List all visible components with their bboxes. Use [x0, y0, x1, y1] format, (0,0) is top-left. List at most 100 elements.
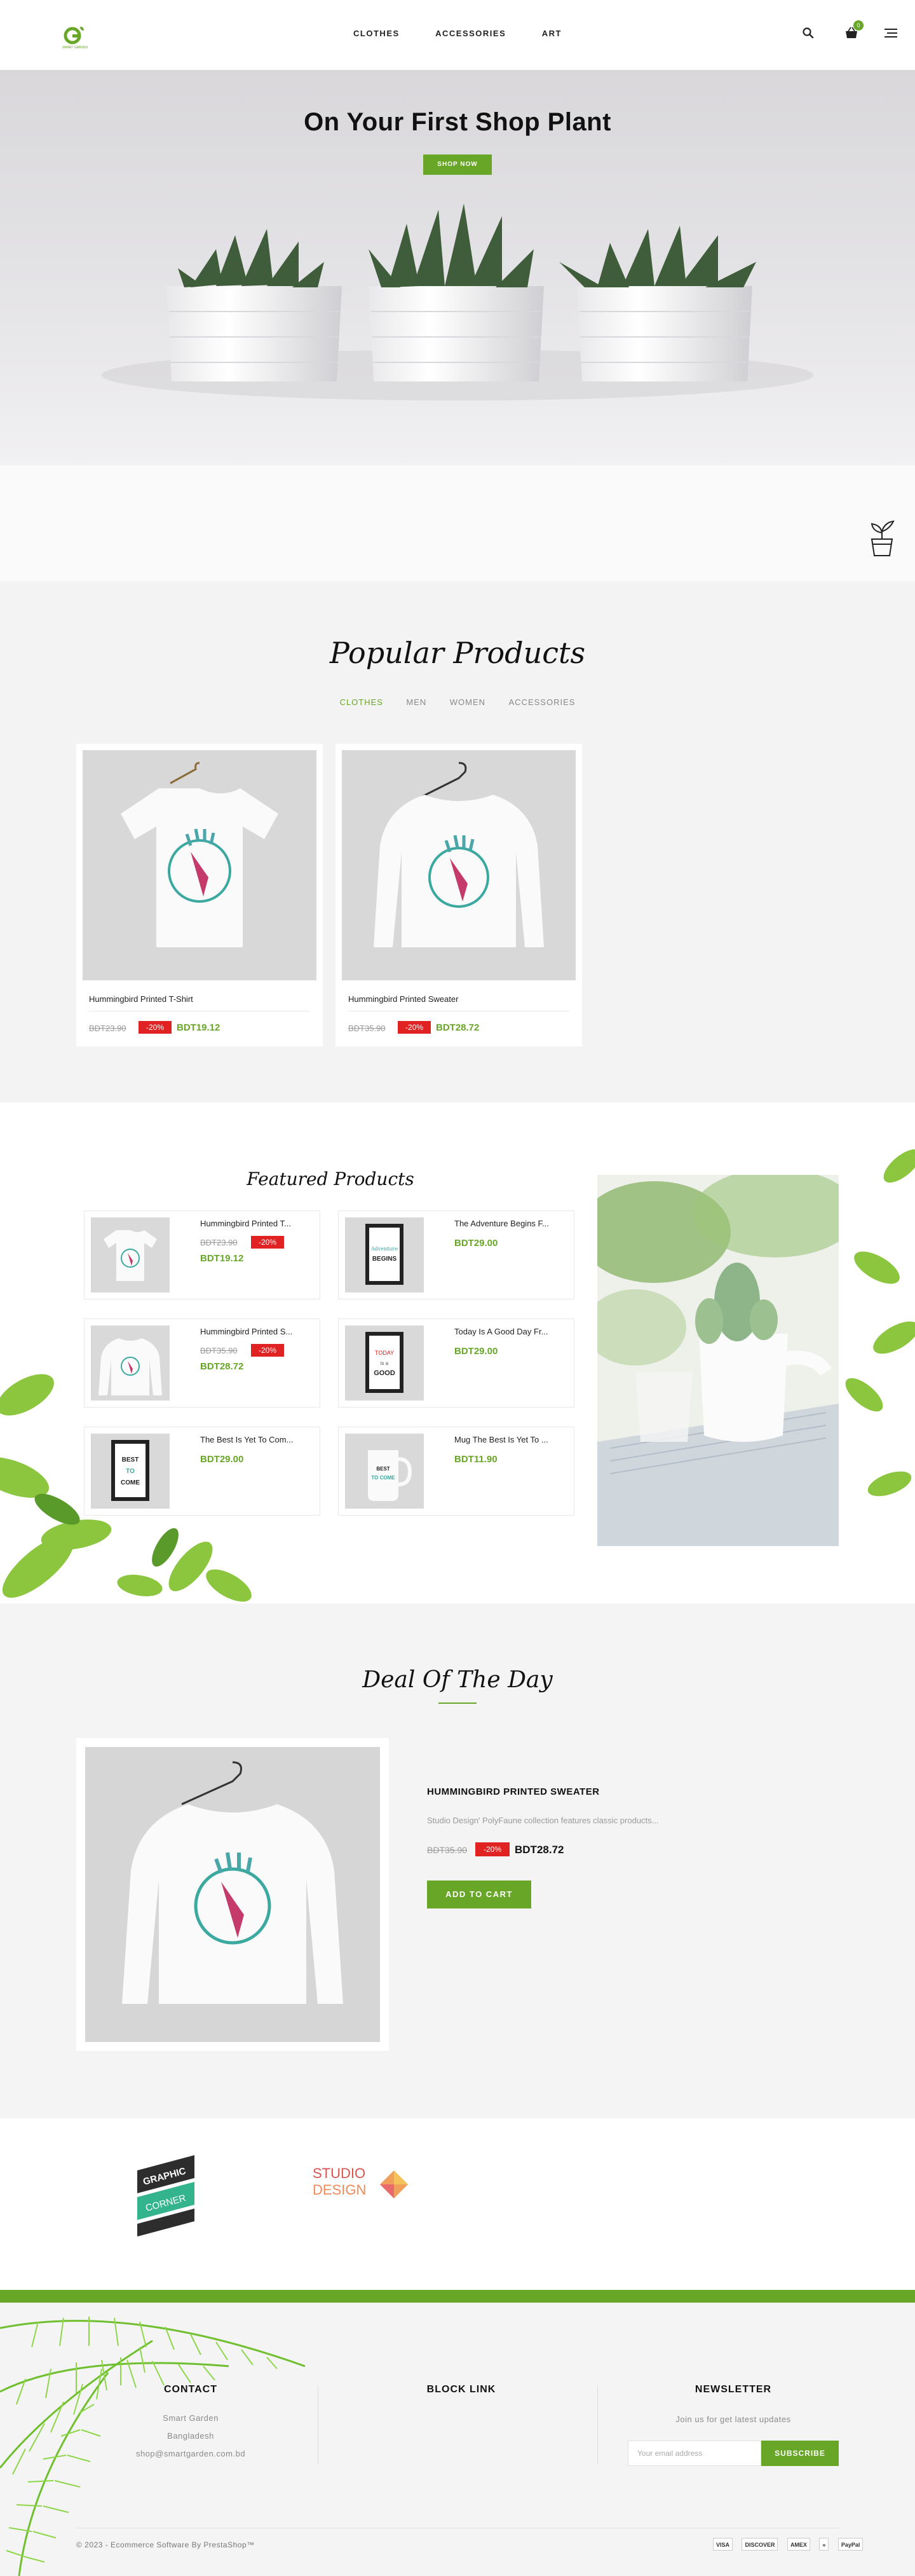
copyright-text[interactable]: © 2023 - Ecommerce Software By PrestaSho…	[76, 2540, 255, 2549]
featured-product-card[interactable]: BEST TO COME Mug The Best Is Yet To ... B…	[338, 1427, 574, 1516]
featured-product-card[interactable]: TODAY is a GOOD Today Is A Good Day Fr... …	[338, 1319, 574, 1408]
site-footer: CONTACT Smart Garden Bangladesh shop@sma…	[0, 2303, 915, 2576]
amex-icon: AMEX	[787, 2538, 810, 2551]
featured-products-title: Featured Products	[247, 1168, 414, 1189]
hero-title: On Your First Shop Plant	[304, 108, 611, 136]
product-image[interactable]	[342, 750, 576, 980]
product-name[interactable]: Hummingbird Printed Sweater	[348, 994, 458, 1004]
potted-plant-icon	[871, 520, 895, 556]
payment-methods: VISA DISCOVER AMEX » PayPal	[707, 2538, 864, 2553]
product-name[interactable]: Mug The Best Is Yet To ...	[454, 1435, 566, 1444]
featured-product-card[interactable]: Hummingbird Printed T... BDT23.90 -20% B…	[84, 1210, 320, 1299]
product-card[interactable]: Hummingbird Printed T-Shirt BDT23.90 -20…	[76, 744, 323, 1046]
contact-line: Smart Garden	[163, 2413, 219, 2423]
discount-badge: -20%	[475, 1842, 510, 1856]
add-to-cart-button[interactable]: ADD TO CART	[427, 1881, 531, 1908]
product-thumbnail[interactable]: BEST TO COME	[91, 1434, 170, 1509]
old-price: BDT35.90	[348, 1024, 386, 1033]
old-price: BDT35.90	[200, 1346, 238, 1355]
svg-text:SMART GARDEN: SMART GARDEN	[62, 46, 88, 50]
payment-icon: »	[819, 2538, 829, 2551]
discount-badge: -20%	[251, 1344, 284, 1357]
discount-badge: -20%	[398, 1021, 431, 1034]
product-price: BDT19.12	[177, 1022, 220, 1033]
paypal-icon: PayPal	[837, 2538, 864, 2551]
shop-now-button[interactable]: SHOP NOW	[423, 154, 492, 175]
old-price: BDT23.90	[200, 1238, 238, 1247]
svg-text:DESIGN: DESIGN	[313, 2182, 366, 2198]
svg-text:STUDIO: STUDIO	[313, 2165, 365, 2181]
product-price: BDT29.00	[454, 1346, 498, 1357]
product-name[interactable]: The Best Is Yet To Com...	[200, 1435, 312, 1444]
svg-text:is a: is a	[381, 1360, 389, 1366]
deal-price: BDT28.72	[515, 1844, 564, 1856]
popular-tabs: CLOTHES MEN WOMEN ACCESSORIES	[0, 697, 915, 708]
hero-plants-image	[102, 203, 813, 401]
svg-text:BEGINS: BEGINS	[372, 1256, 397, 1263]
product-price: BDT19.12	[200, 1253, 244, 1264]
product-name[interactable]: Today Is A Good Day Fr...	[454, 1327, 566, 1336]
product-name[interactable]: Hummingbird Printed T-Shirt	[89, 994, 193, 1004]
footer-accent-bar	[0, 2290, 915, 2303]
product-thumbnail[interactable]	[91, 1326, 170, 1401]
tab-women[interactable]: WOMEN	[450, 697, 485, 707]
svg-text:BEST: BEST	[122, 1456, 139, 1463]
discount-badge: -20%	[139, 1021, 172, 1034]
deal-title: Deal Of The Day	[362, 1667, 553, 1693]
newsletter-text: Join us for get latest updates	[675, 2415, 791, 2424]
newsletter-title: NEWSLETTER	[695, 2384, 772, 2395]
studio-design-logo[interactable]: STUDIO DESIGN	[311, 2153, 419, 2210]
title-underline	[438, 1702, 477, 1704]
tab-men[interactable]: MEN	[406, 697, 426, 707]
product-name[interactable]: Hummingbird Printed T...	[200, 1219, 312, 1228]
featured-product-card[interactable]: Adventure BEGINS The Adventure Begins F..…	[338, 1210, 574, 1299]
product-name[interactable]: Hummingbird Printed S...	[200, 1327, 312, 1336]
footer-divider	[597, 2385, 598, 2464]
product-thumbnail[interactable]: BEST TO COME	[345, 1434, 424, 1509]
deal-product-name[interactable]: HUMMINGBIRD PRINTED SWEATER	[427, 1786, 600, 1797]
product-price: BDT11.90	[454, 1454, 498, 1465]
old-price: BDT35.90	[427, 1845, 468, 1855]
svg-text:TO: TO	[126, 1468, 135, 1475]
visa-icon: VISA	[713, 2538, 733, 2551]
decorative-leaves-right	[845, 1149, 915, 1497]
product-price: BDT29.00	[454, 1238, 498, 1249]
nav-clothes[interactable]: CLOTHES	[353, 29, 400, 38]
discount-badge: -20%	[251, 1236, 284, 1249]
product-image[interactable]	[83, 750, 316, 980]
svg-text:TODAY: TODAY	[375, 1350, 394, 1356]
svg-text:COME: COME	[121, 1479, 140, 1486]
deal-image-frame	[76, 1738, 389, 2051]
nav-accessories[interactable]: ACCESSORIES	[435, 29, 506, 38]
product-thumbnail[interactable]: TODAY is a GOOD	[345, 1326, 424, 1401]
featured-product-card[interactable]: BEST TO COME The Best Is Yet To Com... BDT…	[84, 1427, 320, 1516]
search-icon[interactable]	[802, 27, 815, 39]
contact-title: CONTACT	[163, 2384, 218, 2395]
menu-icon[interactable]	[884, 28, 897, 38]
popular-products-title: Popular Products	[329, 636, 586, 670]
info-strip	[0, 465, 915, 581]
svg-text:TO COME: TO COME	[371, 1475, 395, 1481]
svg-text:Adventure: Adventure	[370, 1246, 398, 1252]
tab-clothes[interactable]: CLOTHES	[340, 697, 383, 707]
contact-line: Bangladesh	[167, 2431, 214, 2441]
graphic-corner-logo[interactable]: GRAPHIC CORNER	[131, 2151, 201, 2240]
featured-cactus-image	[597, 1175, 839, 1546]
newsletter-email-input[interactable]: Your email address	[628, 2441, 761, 2466]
product-name[interactable]: The Adventure Begins F...	[454, 1219, 566, 1228]
svg-text:BEST: BEST	[376, 1466, 390, 1472]
nav-art[interactable]: ART	[542, 29, 562, 38]
product-card[interactable]: Hummingbird Printed Sweater BDT35.90 -20…	[336, 744, 582, 1046]
product-thumbnail[interactable]	[91, 1217, 170, 1292]
discover-icon: DISCOVER	[742, 2538, 778, 2551]
subscribe-button[interactable]: SUBSCRIBE	[761, 2441, 839, 2466]
hero-banner: On Your First Shop Plant SHOP NOW	[0, 70, 915, 465]
brand-logos: GRAPHIC CORNER STUDIO DESIGN	[0, 2118, 915, 2290]
tab-accessories[interactable]: ACCESSORIES	[509, 697, 576, 707]
product-thumbnail[interactable]: Adventure BEGINS	[345, 1217, 424, 1292]
featured-product-card[interactable]: Hummingbird Printed S... BDT35.90 -20% B…	[84, 1319, 320, 1408]
contact-email[interactable]: shop@smartgarden.com.bd	[95, 2449, 286, 2458]
product-price: BDT28.72	[200, 1361, 244, 1372]
deal-product-image[interactable]	[85, 1747, 380, 2042]
deal-description: Studio Design' PolyFaune collection feat…	[427, 1816, 659, 1825]
